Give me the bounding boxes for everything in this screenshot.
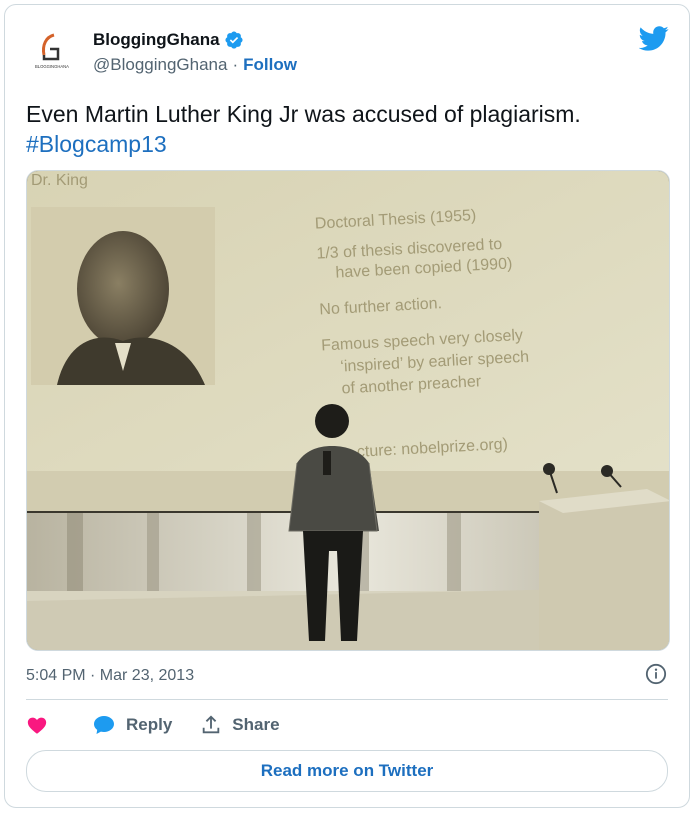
- info-button[interactable]: [645, 663, 667, 690]
- action-bar: Reply Share: [26, 713, 280, 737]
- like-button[interactable]: [26, 714, 48, 736]
- reply-label: Reply: [126, 715, 173, 734]
- follow-button[interactable]: Follow: [243, 55, 297, 75]
- presentation-photo: Dr. King Doctoral Thesis (1955) 1/3 of t…: [27, 171, 669, 650]
- share-upload-icon: [203, 715, 220, 734]
- tweet-photo[interactable]: Dr. King Doctoral Thesis (1955) 1/3 of t…: [26, 170, 670, 651]
- tweet-text: Even Martin Luther King Jr was accused o…: [26, 99, 666, 159]
- author-name-row: BloggingGhana: [93, 30, 244, 50]
- hashtag-link[interactable]: #Blogcamp13: [26, 129, 666, 159]
- divider: [26, 699, 668, 700]
- author-display-name[interactable]: BloggingGhana: [93, 30, 220, 50]
- twitter-logo[interactable]: [638, 23, 669, 58]
- tweet-card: BLOGGINGHANA BloggingGhana @BloggingGhan…: [4, 4, 690, 808]
- slide-heading: Dr. King: [31, 172, 88, 189]
- speech-bubble-icon: [94, 716, 114, 734]
- share-button[interactable]: Share: [200, 714, 280, 736]
- reply-button[interactable]: Reply: [92, 713, 172, 737]
- verified-badge-icon: [225, 31, 243, 49]
- tweet-timestamp[interactable]: 5:04 PM · Mar 23, 2013: [26, 667, 194, 685]
- avatar-logo-text: BLOGGINGHANA: [35, 64, 69, 69]
- separator-dot: ·: [232, 55, 239, 74]
- heart-icon: [27, 717, 47, 734]
- twitter-bird-icon: [638, 26, 669, 51]
- bloggingghana-logo-icon: BLOGGINGHANA: [28, 27, 76, 75]
- avatar[interactable]: BLOGGINGHANA: [28, 27, 76, 75]
- author-handle[interactable]: @BloggingGhana: [93, 55, 227, 75]
- author-handle-row: @BloggingGhana · Follow: [93, 55, 297, 75]
- info-icon: [645, 663, 667, 685]
- read-more-button[interactable]: Read more on Twitter: [26, 750, 668, 792]
- tweet-body: Even Martin Luther King Jr was accused o…: [26, 101, 581, 127]
- share-label: Share: [232, 715, 280, 734]
